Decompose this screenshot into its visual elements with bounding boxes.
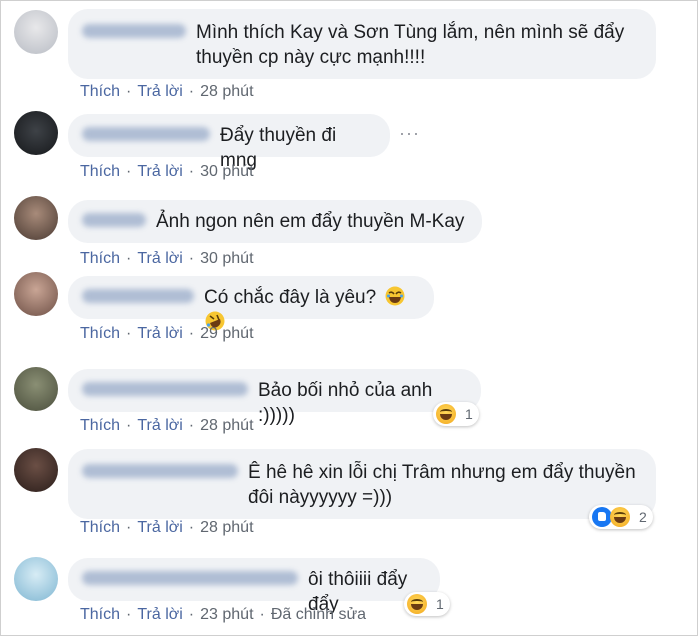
- reaction-summary[interactable]: 1: [404, 592, 450, 616]
- reply-link[interactable]: Trả lời: [137, 325, 182, 343]
- timestamp[interactable]: 29 phút: [200, 325, 253, 343]
- timestamp[interactable]: 28 phút: [200, 417, 253, 435]
- laugh-emoji-icon: [385, 286, 405, 306]
- like-link[interactable]: Thích: [80, 163, 120, 181]
- reply-link[interactable]: Trả lời: [137, 519, 182, 537]
- comment-bubble: Đẩy thuyền đi mng: [68, 114, 390, 171]
- laugh-emoji-icon: [436, 404, 456, 424]
- reply-link[interactable]: Trả lời: [137, 83, 182, 101]
- timestamp[interactable]: 30 phút: [200, 250, 253, 268]
- comment-bubble: Ảnh ngon nên em đẩy thuyền M-Kay: [68, 200, 482, 243]
- laugh-emoji-icon: [407, 594, 427, 614]
- author-name-blurred[interactable]: [82, 24, 186, 38]
- author-name-blurred[interactable]: [82, 127, 210, 141]
- avatar[interactable]: [14, 367, 58, 411]
- comment-actions: Thích · Trả lời · 28 phút: [80, 83, 254, 101]
- timestamp[interactable]: 30 phút: [200, 163, 253, 181]
- reply-link[interactable]: Trả lời: [137, 163, 182, 181]
- reply-link[interactable]: Trả lời: [137, 417, 182, 435]
- comment-actions: Thích · Trả lời · 23 phút · Đã chỉnh sửa: [80, 606, 367, 624]
- comment-actions: Thích · Trả lời · 29 phút: [80, 325, 254, 343]
- reaction-count: 1: [436, 596, 444, 612]
- like-link[interactable]: Thích: [80, 83, 120, 101]
- comment-actions: Thích · Trả lời · 30 phút: [80, 250, 254, 268]
- edited-label[interactable]: Đã chỉnh sửa: [271, 606, 366, 624]
- comment-bubble: ôi thôiiii đẩy đẩy: [68, 558, 440, 615]
- timestamp[interactable]: 23 phút: [200, 606, 253, 624]
- comment-bubble: Ê hê hê xin lỗi chị Trâm nhưng em đẩy th…: [68, 449, 656, 519]
- comment-actions: Thích · Trả lời · 28 phút: [80, 519, 254, 537]
- comment-bubble: Bảo bối nhỏ của anh :))))): [68, 369, 481, 426]
- reaction-summary[interactable]: 1: [433, 402, 479, 426]
- like-link[interactable]: Thích: [80, 325, 120, 343]
- comment-bubble: Mình thích Kay và Sơn Tùng lắm, nên mình…: [68, 9, 656, 79]
- like-link[interactable]: Thích: [80, 519, 120, 537]
- comment-text: Ê hê hê xin lỗi chị Trâm nhưng em đẩy th…: [248, 462, 636, 508]
- comment-actions: Thích · Trả lời · 30 phút: [80, 163, 254, 181]
- more-options-icon[interactable]: ···: [399, 123, 420, 144]
- avatar[interactable]: [14, 111, 58, 155]
- avatar[interactable]: [14, 272, 58, 316]
- laugh-emoji-icon: [610, 507, 630, 527]
- avatar[interactable]: [14, 196, 58, 240]
- author-name-blurred[interactable]: [82, 289, 194, 303]
- reply-link[interactable]: Trả lời: [137, 250, 182, 268]
- comment-bubble: Có chắc đây là yêu?: [68, 276, 434, 331]
- avatar[interactable]: [14, 10, 58, 54]
- timestamp[interactable]: 28 phút: [200, 519, 253, 537]
- reaction-summary[interactable]: 2: [589, 505, 653, 529]
- like-link[interactable]: Thích: [80, 417, 120, 435]
- like-emoji-icon: [592, 507, 612, 527]
- like-link[interactable]: Thích: [80, 250, 120, 268]
- author-name-blurred[interactable]: [82, 571, 298, 585]
- comment-text: Mình thích Kay và Sơn Tùng lắm, nên mình…: [196, 22, 625, 68]
- author-name-blurred[interactable]: [82, 213, 146, 227]
- avatar[interactable]: [14, 557, 58, 601]
- reaction-count: 1: [465, 406, 473, 422]
- comment-text: Ảnh ngon nên em đẩy thuyền M-Kay: [156, 211, 465, 232]
- timestamp[interactable]: 28 phút: [200, 83, 253, 101]
- author-name-blurred[interactable]: [82, 382, 248, 396]
- reaction-count: 2: [639, 509, 647, 525]
- like-link[interactable]: Thích: [80, 606, 120, 624]
- reply-link[interactable]: Trả lời: [137, 606, 182, 624]
- comment-actions: Thích · Trả lời · 28 phút: [80, 417, 254, 435]
- author-name-blurred[interactable]: [82, 464, 238, 478]
- avatar[interactable]: [14, 448, 58, 492]
